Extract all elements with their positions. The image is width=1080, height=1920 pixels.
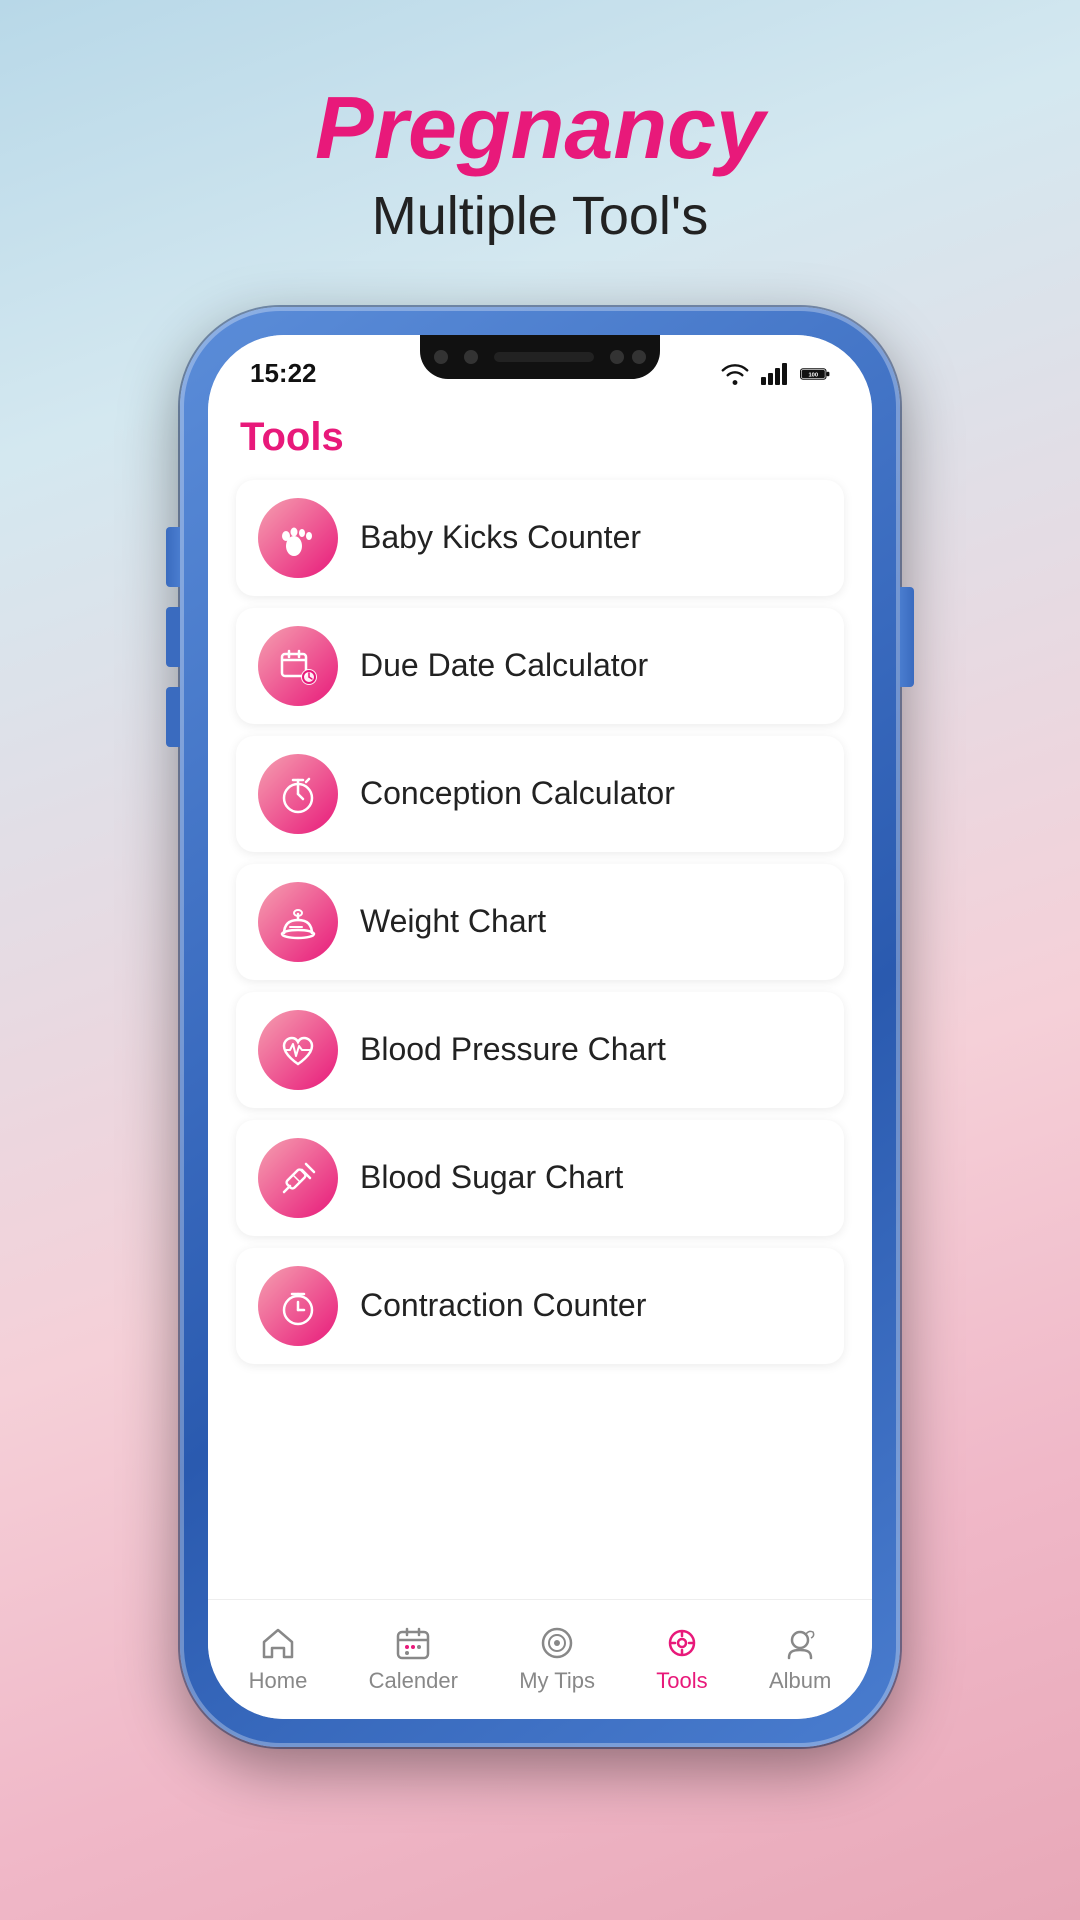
page-subtitle: Multiple Tool's xyxy=(315,185,765,247)
home-nav-icon xyxy=(259,1624,297,1662)
menu-item-weight-chart[interactable]: Weight Chart xyxy=(236,864,844,980)
page-header: Pregnancy Multiple Tool's xyxy=(315,0,765,287)
blood-pressure-label: Blood Pressure Chart xyxy=(360,1031,666,1068)
svg-text:100: 100 xyxy=(808,372,818,378)
nav-item-tools[interactable]: Tools xyxy=(636,1616,727,1702)
heartbeat-icon xyxy=(276,1028,320,1072)
notch-bar xyxy=(494,352,594,362)
due-date-icon-bg xyxy=(258,626,338,706)
baby-kicks-label: Baby Kicks Counter xyxy=(360,519,641,556)
status-icons: 100 xyxy=(720,363,830,385)
calender-nav-label: Calender xyxy=(369,1668,458,1694)
menu-item-blood-pressure[interactable]: Blood Pressure Chart xyxy=(236,992,844,1108)
blood-pressure-icon-bg xyxy=(258,1010,338,1090)
calendar-clock-icon xyxy=(276,644,320,688)
blood-sugar-icon-bg xyxy=(258,1138,338,1218)
menu-item-contraction[interactable]: Contraction Counter xyxy=(236,1248,844,1364)
menu-list: Baby Kicks Counter xyxy=(236,480,844,1364)
bottom-nav: Home Calender xyxy=(208,1599,872,1719)
tools-nav-label: Tools xyxy=(656,1668,707,1694)
timer-icon xyxy=(276,1284,320,1328)
menu-item-due-date[interactable]: Due Date Calculator xyxy=(236,608,844,724)
conception-icon-bg xyxy=(258,754,338,834)
mytips-nav-icon xyxy=(538,1624,576,1662)
status-time: 15:22 xyxy=(250,358,317,389)
menu-item-conception[interactable]: Conception Calculator xyxy=(236,736,844,852)
phone-notch xyxy=(420,335,660,379)
baby-kicks-icon-bg xyxy=(258,498,338,578)
wifi-icon xyxy=(720,363,750,385)
calendar-nav-icon xyxy=(394,1624,432,1662)
screen-content: Tools Baby Kicks Counter xyxy=(208,395,872,1599)
home-nav-label: Home xyxy=(249,1668,308,1694)
nav-item-calender[interactable]: Calender xyxy=(349,1616,478,1702)
notch-dot-2 xyxy=(464,350,478,364)
nav-item-album[interactable]: Album xyxy=(749,1616,851,1702)
menu-item-blood-sugar[interactable]: Blood Sugar Chart xyxy=(236,1120,844,1236)
notch-dot-4 xyxy=(632,350,646,364)
contraction-label: Contraction Counter xyxy=(360,1287,646,1324)
page-title: Pregnancy xyxy=(315,80,765,177)
due-date-label: Due Date Calculator xyxy=(360,647,648,684)
stopwatch-icon xyxy=(276,772,320,816)
battery-icon: 100 xyxy=(800,363,830,385)
menu-item-baby-kicks[interactable]: Baby Kicks Counter xyxy=(236,480,844,596)
tools-nav-icon xyxy=(663,1624,701,1662)
album-nav-icon xyxy=(781,1624,819,1662)
conception-label: Conception Calculator xyxy=(360,775,675,812)
mytips-nav-label: My Tips xyxy=(519,1668,595,1694)
notch-dot-1 xyxy=(434,350,448,364)
scale-icon xyxy=(276,900,320,944)
syringe-icon xyxy=(276,1156,320,1200)
nav-item-home[interactable]: Home xyxy=(229,1616,328,1702)
album-nav-label: Album xyxy=(769,1668,831,1694)
footprint-icon xyxy=(276,516,320,560)
weight-chart-icon-bg xyxy=(258,882,338,962)
weight-chart-label: Weight Chart xyxy=(360,903,546,940)
signal-icon xyxy=(760,363,790,385)
phone-mockup: 15:22 xyxy=(180,307,900,1747)
notch-dot-3 xyxy=(610,350,624,364)
blood-sugar-label: Blood Sugar Chart xyxy=(360,1159,623,1196)
nav-item-my-tips[interactable]: My Tips xyxy=(499,1616,615,1702)
contraction-icon-bg xyxy=(258,1266,338,1346)
tools-section-title: Tools xyxy=(236,415,844,460)
notch-dots-right xyxy=(610,350,646,364)
phone-screen: 15:22 xyxy=(208,335,872,1719)
